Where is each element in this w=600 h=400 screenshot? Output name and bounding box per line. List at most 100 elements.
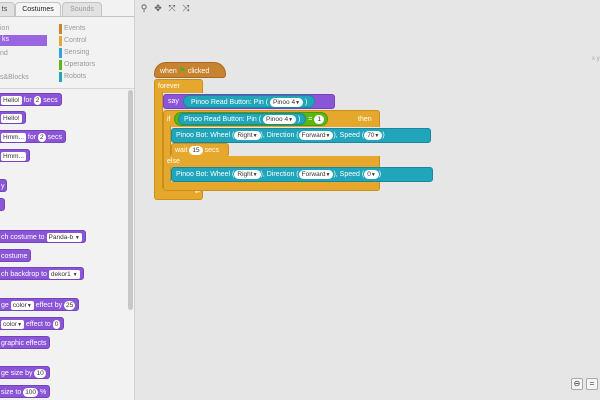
pin-dropdown[interactable]: Pinoo 4▼ <box>270 97 304 107</box>
direction-label: ), Direction ( <box>260 132 299 139</box>
direction-dropdown[interactable]: Forward▼ <box>298 169 334 179</box>
block-text: ch backdrop to <box>1 271 47 278</box>
set-effect-block[interactable]: color▼ effect to 0 <box>0 317 65 330</box>
block-text: secs <box>43 97 58 104</box>
category-robots-label: Robots <box>64 73 87 80</box>
forever-arm <box>154 92 163 194</box>
pin-value: Pinoo 4 <box>273 98 296 106</box>
set-size-block[interactable]: size to 100 % <box>0 385 51 398</box>
direction-dropdown[interactable]: Forward▼ <box>298 130 334 140</box>
zoom-out-icon: ⊖ <box>573 379 581 388</box>
block-text: secs <box>47 134 63 141</box>
tab-costumes[interactable]: Costumes <box>15 2 61 17</box>
think-block[interactable]: Hmm... <box>0 149 30 162</box>
wait-label: wait <box>175 147 188 154</box>
change-effect-block[interactable]: ge color▼ effect by 25 <box>0 298 80 311</box>
effect-value: color <box>3 320 18 328</box>
when-flag-clicked-block[interactable]: when ⚑ clicked <box>154 62 226 78</box>
sprite-xy-readout: x y <box>592 55 600 64</box>
clear-graphic-effects-block[interactable]: graphic effects <box>0 336 51 349</box>
if-else-block[interactable]: if Pinoo Read Button: Pin ( Pinoo 4▼ ) =… <box>163 110 380 127</box>
xy-text: x y <box>592 56 600 62</box>
pinoo-wheel-block[interactable]: Pinoo Bot: Wheel (Right▼), Direction (Fo… <box>171 167 433 182</box>
wheel-dropdown[interactable]: Right▼ <box>234 169 261 179</box>
dropdown-arrow-icon: ▼ <box>288 116 294 123</box>
block-text: ge size by <box>1 370 33 377</box>
dropdown-arrow-icon: ▼ <box>17 321 23 328</box>
costume-dropdown[interactable]: Panda-b ▼ <box>46 232 82 242</box>
switch-costume-block[interactable]: ch costume to Panda-b ▼ <box>0 230 86 243</box>
delete-scissors-icon[interactable]: ✥ <box>153 3 163 13</box>
equals-operator[interactable]: Pinoo Read Button: Pin ( Pinoo 4▼ ) = 1 <box>174 112 328 126</box>
tab-scripts[interactable]: ts <box>0 2 15 17</box>
dropdown-arrow-icon: ▼ <box>26 302 32 309</box>
tab-sounds[interactable]: Sounds <box>62 2 102 17</box>
shrink-icon[interactable]: ⤨ <box>181 3 191 13</box>
dropdown-arrow-icon: ▼ <box>370 171 376 178</box>
speed-label: ), Speed ( <box>333 132 365 139</box>
dropdown-arrow-icon: ▼ <box>325 171 331 178</box>
effect-value-input[interactable]: 0 <box>52 319 61 329</box>
pin-value: Pinoo 4 <box>266 115 289 123</box>
pinoo-wheel-block[interactable]: Pinoo Bot: Wheel (Right▼), Direction (Fo… <box>171 128 431 143</box>
read-button-reporter[interactable]: Pinoo Read Button: Pin ( Pinoo 4▼ ) <box>183 95 316 108</box>
zoom-out-button[interactable]: ⊖ <box>571 378 583 390</box>
hide-block[interactable] <box>0 198 5 211</box>
hat-clicked-label: clicked <box>187 68 210 75</box>
direction-label: ), Direction ( <box>260 171 299 178</box>
effect-dropdown[interactable]: color▼ <box>10 300 34 310</box>
switch-backdrop-block[interactable]: ch backdrop to dekor1 ▼ <box>0 267 84 280</box>
say-block[interactable]: Hello! <box>0 111 26 124</box>
direction-value: Forward <box>301 170 326 178</box>
wheel-dropdown[interactable]: Right▼ <box>234 130 261 140</box>
block-text: effect to <box>26 321 51 328</box>
grow-icon[interactable]: ⤧ <box>167 3 177 13</box>
speed-dropdown[interactable]: 0▼ <box>364 169 379 179</box>
secs-input[interactable]: 2 <box>33 95 42 105</box>
size-input[interactable]: 100 <box>23 387 39 397</box>
wait-block[interactable]: wait 15 secs <box>171 143 229 157</box>
wait-seconds-input[interactable]: 15 <box>189 145 203 155</box>
if-arm <box>163 126 171 156</box>
dropdown-arrow-icon: ▼ <box>72 271 78 278</box>
block-text: graphic effects <box>1 340 47 347</box>
zoom-reset-button[interactable]: = <box>586 378 598 390</box>
category-more-blocks-label: s&Blocks <box>0 74 29 81</box>
effect-amount-input[interactable]: 25 <box>64 300 76 310</box>
think-text-input[interactable]: Hmm... <box>1 151 26 161</box>
duplicate-stamp-icon[interactable]: ⚲ <box>139 3 149 13</box>
control-swatch <box>59 36 62 46</box>
category-events-label: Events <box>64 25 86 32</box>
speed-label: ), Speed ( <box>333 171 365 178</box>
show-block[interactable]: y <box>0 179 7 192</box>
read-button-reporter[interactable]: Pinoo Read Button: Pin ( Pinoo 4▼ ) <box>178 113 307 125</box>
wheel-value: Right <box>237 131 253 139</box>
palette-scrollbar[interactable] <box>128 90 133 310</box>
block-text: costume <box>1 253 28 260</box>
backdrop-value: dekor1 <box>50 270 71 278</box>
think-for-secs-block[interactable]: Hmm... for 2 secs <box>0 130 67 143</box>
category-looks[interactable]: ks <box>0 35 47 46</box>
equals-value-input[interactable]: 1 <box>314 114 324 124</box>
secs-input[interactable]: 2 <box>38 132 46 142</box>
if-else-footer <box>163 182 380 191</box>
next-costume-block[interactable]: costume <box>0 249 32 262</box>
say-block[interactable]: say Pinoo Read Button: Pin ( Pinoo 4▼ ) <box>163 94 335 109</box>
tab-costumes-label: Costumes <box>22 6 54 13</box>
say-text-input[interactable]: Hello! <box>1 95 22 105</box>
backdrop-dropdown[interactable]: dekor1 ▼ <box>48 269 80 279</box>
hat-when-label: when <box>160 68 177 75</box>
wheel-label: Pinoo Bot: Wheel ( <box>176 171 235 178</box>
forever-block[interactable]: forever <box>154 79 203 93</box>
pin-dropdown[interactable]: Pinoo 4▼ <box>263 114 297 124</box>
think-text-input[interactable]: Hmm... <box>1 132 26 142</box>
block-text: ch costume to <box>1 234 45 241</box>
dropdown-arrow-icon: ▼ <box>325 132 331 139</box>
tab-scripts-label: ts <box>1 6 8 13</box>
speed-dropdown[interactable]: 70▼ <box>364 130 383 140</box>
effect-dropdown[interactable]: color▼ <box>1 319 25 329</box>
say-for-secs-block[interactable]: Hello! for 2 secs <box>0 93 62 106</box>
say-text-input[interactable]: Hello! <box>1 113 22 123</box>
size-change-input[interactable]: 10 <box>34 368 46 378</box>
change-size-block[interactable]: ge size by 10 <box>0 366 50 379</box>
